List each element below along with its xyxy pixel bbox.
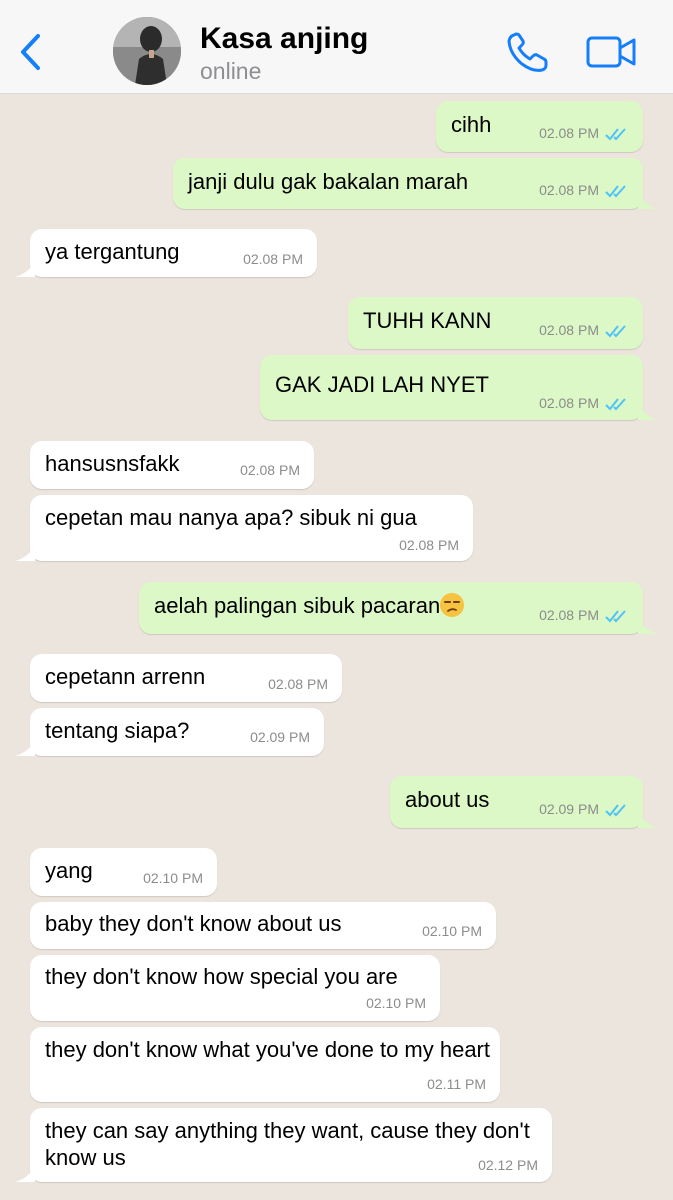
message-time: 02.08 PM — [243, 251, 303, 267]
message-text: cepetann arrenn — [45, 664, 206, 689]
message-time: 02.08 PM — [240, 462, 300, 478]
double-check-icon — [605, 128, 626, 141]
message-text: baby they don't know about us — [45, 911, 342, 936]
bubble-tail — [15, 1166, 35, 1182]
message-text: cihh — [451, 112, 492, 137]
bubble-tail — [638, 618, 658, 634]
bubble-tail — [638, 404, 658, 420]
chevron-left-icon — [21, 34, 40, 70]
double-check-icon — [605, 610, 626, 623]
message-time: 02.09 PM — [250, 729, 310, 745]
double-check-icon — [605, 325, 626, 338]
bubble-tail — [15, 740, 35, 756]
message-text: aelah palingan sibuk pacaran — [154, 592, 465, 619]
message-incoming[interactable]: cepetan mau nanya apa? sibuk ni gua 02.0… — [15, 495, 473, 561]
message-time: 02.10 PM — [422, 923, 482, 939]
message-time: 02.12 PM — [478, 1157, 538, 1173]
message-outgoing[interactable]: GAK JADI LAH NYET 02.08 PM — [260, 355, 658, 420]
message-text: GAK JADI LAH NYET — [275, 372, 489, 397]
voice-call-button[interactable] — [505, 30, 551, 74]
message-time: 02.08 PM — [539, 395, 599, 411]
video-call-button[interactable] — [585, 34, 637, 70]
message-outgoing[interactable]: cihh 02.08 PM — [436, 101, 643, 152]
message-text: about us — [405, 787, 490, 812]
message-incoming[interactable]: they can say anything they want, cause t… — [15, 1108, 552, 1182]
message-time: 02.10 PM — [366, 995, 426, 1011]
double-check-icon — [605, 185, 626, 198]
message-incoming[interactable]: ya tergantung 02.08 PM — [15, 229, 317, 277]
message-incoming[interactable]: they don't know what you've done to my h… — [30, 1027, 500, 1102]
message-text: they don't know how special you are — [45, 964, 398, 989]
message-incoming[interactable]: yang 02.10 PM — [30, 848, 217, 896]
message-text: they can say anything they want, cause t… — [45, 1118, 530, 1170]
message-text: TUHH KANN — [363, 308, 492, 333]
message-time: 02.08 PM — [539, 182, 599, 198]
bubble-tail — [638, 812, 658, 828]
message-text: they don't know what you've done to my h… — [45, 1037, 490, 1062]
contact-name[interactable]: Kasa anjing — [200, 22, 368, 56]
message-incoming[interactable]: cepetann arrenn 02.08 PM — [30, 654, 342, 702]
unamused-face-emoji — [440, 593, 465, 617]
message-incoming[interactable]: they don't know how special you are 02.1… — [30, 955, 440, 1021]
double-check-icon — [605, 804, 626, 817]
bubble-tail — [15, 545, 35, 561]
message-incoming[interactable]: baby they don't know about us 02.10 PM — [30, 902, 496, 949]
bubble-tail — [638, 193, 658, 209]
contact-status: online — [200, 58, 262, 84]
message-text: tentang siapa? — [45, 718, 190, 743]
message-time: 02.10 PM — [143, 870, 203, 886]
message-time: 02.08 PM — [539, 607, 599, 623]
contact-avatar[interactable] — [113, 17, 181, 85]
message-text: yang — [45, 858, 93, 883]
message-text: hansusnsfakk — [45, 451, 180, 476]
phone-icon — [507, 32, 548, 72]
message-text: janji dulu gak bakalan marah — [188, 169, 469, 194]
message-text-content: aelah palingan sibuk pacaran — [154, 593, 441, 618]
bubble-tail — [15, 261, 35, 277]
message-outgoing[interactable]: about us 02.09 PM — [390, 776, 658, 828]
back-button[interactable] — [16, 32, 46, 72]
double-check-icon — [605, 398, 626, 411]
message-time: 02.09 PM — [539, 801, 599, 817]
message-outgoing[interactable]: TUHH KANN 02.08 PM — [348, 297, 643, 349]
video-camera-icon — [586, 36, 636, 68]
message-text: ya tergantung — [45, 239, 180, 264]
message-time: 02.11 PM — [427, 1076, 486, 1092]
message-outgoing[interactable]: aelah palingan sibuk pacaran 02.08 PM — [139, 582, 658, 634]
message-time: 02.08 PM — [399, 537, 459, 553]
message-incoming[interactable]: tentang siapa? 02.09 PM — [15, 708, 324, 756]
message-time: 02.08 PM — [539, 125, 599, 141]
message-text: cepetan mau nanya apa? sibuk ni gua — [45, 505, 417, 530]
message-incoming[interactable]: hansusnsfakk 02.08 PM — [30, 441, 314, 489]
chat-header: Kasa anjing online — [0, 0, 673, 94]
message-outgoing[interactable]: janji dulu gak bakalan marah 02.08 PM — [173, 158, 658, 209]
message-time: 02.08 PM — [539, 322, 599, 338]
message-time: 02.08 PM — [268, 676, 328, 692]
